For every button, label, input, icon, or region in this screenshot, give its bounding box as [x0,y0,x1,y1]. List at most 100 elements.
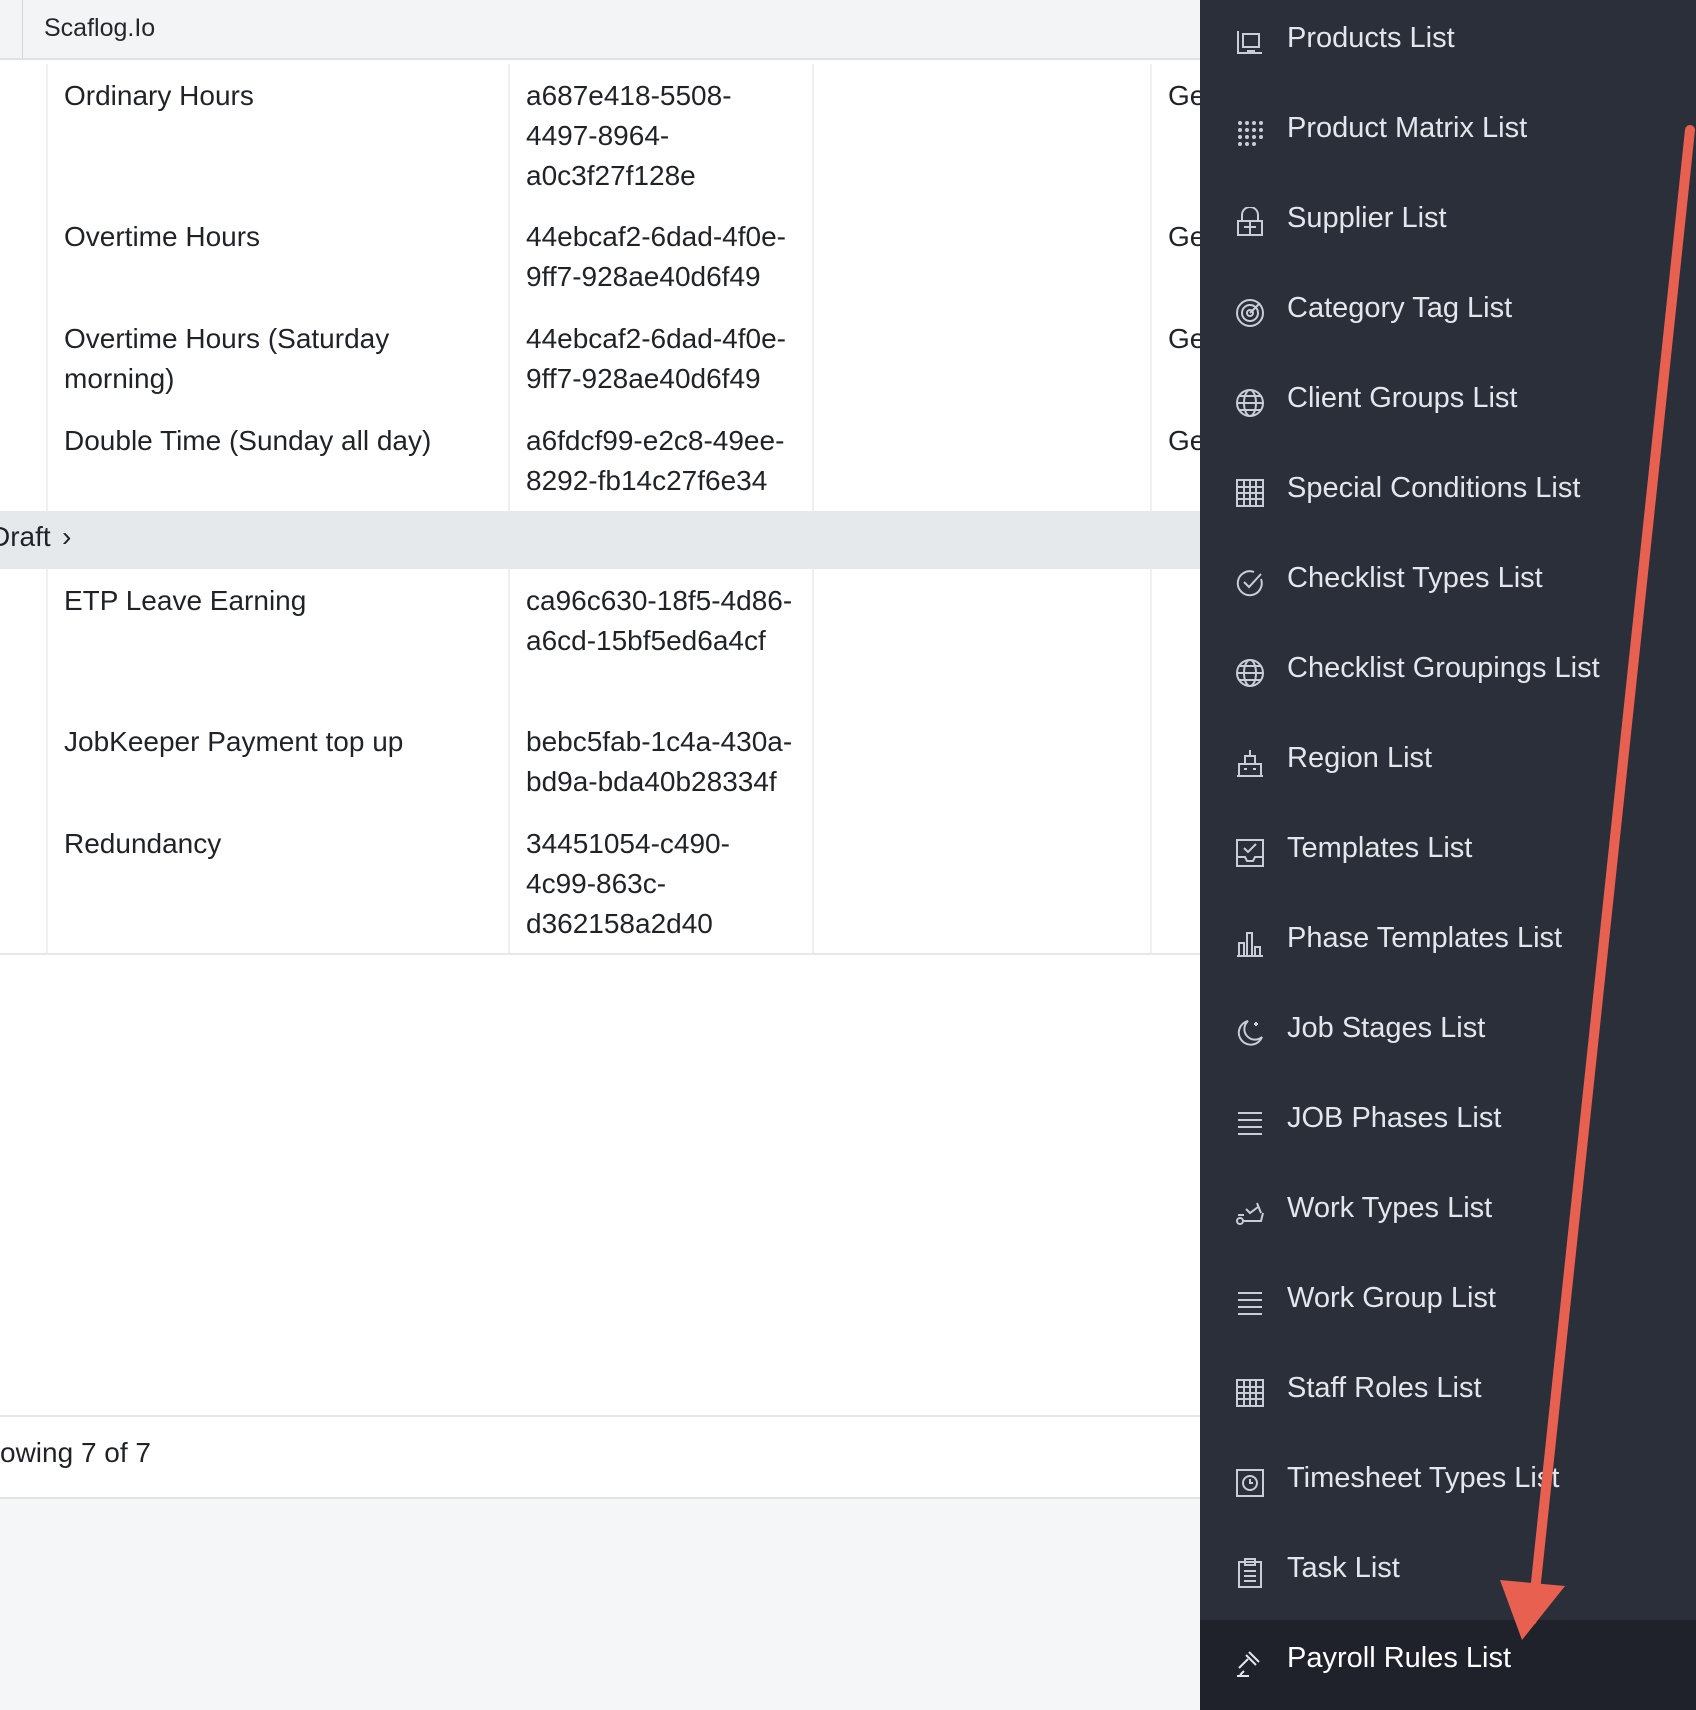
sidebar-item-products[interactable]: Products List [1200,0,1696,90]
rule-id-cell: a687e418-5508-4497-8964-a0c3f27f128e [508,64,812,205]
target-icon [1234,297,1266,329]
bar-chart-icon [1234,927,1266,959]
sidebar-item-phase-templates[interactable]: Phase Templates List [1200,900,1696,990]
sidebar-item-label: Special Conditions List [1287,472,1581,504]
sidebar-item-label: Product Matrix List [1287,112,1528,144]
rule-name-cell: Double Time (Sunday all day) [46,409,508,511]
sidebar-item-label: Work Group List [1287,1282,1496,1314]
truncated-cell: Ge [1150,409,1200,511]
chevron-right-icon[interactable]: › [62,521,71,553]
sidebar-item-task[interactable]: Task List [1200,1530,1696,1620]
products-icon [1234,27,1266,59]
sidebar-item-region[interactable]: Region List [1200,720,1696,810]
rule-name-cell: Overtime Hours [46,205,508,307]
sidebar-item-checklist-groupings[interactable]: Checklist Groupings List [1200,630,1696,720]
rule-id-cell: bebc5fab-1c4a-430a-bd9a-bda40b28334f [508,710,812,812]
sidebar-item-client-groups[interactable]: Client Groups List [1200,360,1696,450]
sidebar-item-category-tag[interactable]: Category Tag List [1200,270,1696,360]
payroll-rules-table: Ordinary Hours a687e418-5508-4497-8964-a… [0,60,1200,1415]
sidebar-item-label: JOB Phases List [1287,1102,1502,1134]
pagination-summary: owing 7 of 7 [0,1437,151,1468]
rule-id-cell: ca96c630-18f5-4d86-a6cd-15bf5ed6a4cf [508,569,812,710]
sidebar-item-label: Staff Roles List [1287,1372,1482,1404]
empty-cell [1150,569,1200,710]
sidebar-item-special-conditions[interactable]: Special Conditions List [1200,450,1696,540]
rule-id-cell: a6fdcf99-e2c8-49ee-8292-fb14c27f6e34 [508,409,812,511]
empty-cell [812,409,1150,511]
check-circle-icon [1234,567,1266,599]
main-content: Scaflog.Io Ordinary Hours a687e418-5508-… [0,0,1200,1686]
sidebar-item-label: Checklist Types List [1287,562,1543,594]
sidebar-item-label: Timesheet Types List [1287,1462,1560,1494]
empty-cell [812,307,1150,409]
topbar-divider [22,0,23,58]
sidebar-nav: Products List Product Matrix List Suppli… [1200,0,1696,1710]
sidebar-item-job-stages[interactable]: Job Stages List [1200,990,1696,1080]
grid-icon [1234,477,1266,509]
empty-cell [812,64,1150,205]
supplier-icon [1234,207,1266,239]
rule-name-cell: JobKeeper Payment top up [46,710,508,812]
sidebar-item-label: Payroll Rules List [1287,1642,1512,1674]
sidebar-item-checklist-types[interactable]: Checklist Types List [1200,540,1696,630]
empty-cell [812,710,1150,812]
rule-name-cell: Overtime Hours (Saturday morning) [46,307,508,409]
moon-icon [1234,1017,1266,1049]
sidebar-item-label: Phase Templates List [1287,922,1563,954]
top-bar: Scaflog.Io [0,0,1200,60]
rule-id-cell: 44ebcaf2-6dad-4f0e-9ff7-928ae40d6f49 [508,307,812,409]
sidebar-item-templates[interactable]: Templates List [1200,810,1696,900]
sidebar-item-label: Category Tag List [1287,292,1513,324]
sidebar-item-label: Templates List [1287,832,1473,864]
table-row[interactable]: Double Time (Sunday all day) a6fdcf99-e2… [0,409,1200,513]
sidebar-item-label: Job Stages List [1287,1012,1486,1044]
sidebar-item-label: Products List [1287,22,1455,54]
table-row[interactable]: ETP Leave Earning ca96c630-18f5-4d86-a6c… [0,569,1200,712]
sidebar-item-timesheet-types[interactable]: Timesheet Types List [1200,1440,1696,1530]
sidebar-item-label: Supplier List [1287,202,1447,234]
rule-name-cell: Ordinary Hours [46,64,508,205]
sidebar-item-label: Checklist Groupings List [1287,652,1600,684]
breadcrumb[interactable]: Scaflog.Io [44,14,155,43]
truncated-cell: Ge [1150,64,1200,205]
empty-cell [812,569,1150,710]
sidebar-item-job-phases[interactable]: JOB Phases List [1200,1080,1696,1170]
group-label: Draft [0,521,51,552]
table-row[interactable]: Ordinary Hours a687e418-5508-4497-8964-a… [0,64,1200,207]
sidebar-item-work-types[interactable]: Work Types List [1200,1170,1696,1260]
empty-cell [1150,812,1200,953]
clock-icon [1234,1467,1266,1499]
globe-icon [1234,387,1266,419]
sidebar-item-label: Region List [1287,742,1433,774]
grid-icon [1234,1377,1266,1409]
rule-name-cell: ETP Leave Earning [46,569,508,710]
sidebar-item-supplier[interactable]: Supplier List [1200,180,1696,270]
empty-cell [1150,710,1200,812]
sidebar-item-label: Work Types List [1287,1192,1493,1224]
inbox-check-icon [1234,837,1266,869]
rule-id-cell: 34451054-c490-4c99-863c-d362158a2d40 [508,812,812,953]
table-row[interactable]: Overtime Hours 44ebcaf2-6dad-4f0e-9ff7-9… [0,205,1200,309]
sidebar-item-work-group[interactable]: Work Group List [1200,1260,1696,1350]
rule-name-cell: Redundancy [46,812,508,953]
clipboard-icon [1234,1557,1266,1589]
lines-icon [1234,1287,1266,1319]
group-header-draft[interactable]: Draft › [0,511,1200,569]
table-row[interactable]: Redundancy 34451054-c490-4c99-863c-d3621… [0,812,1200,955]
sidebar-item-staff-roles[interactable]: Staff Roles List [1200,1350,1696,1440]
sidebar-item-payroll-rules[interactable]: Payroll Rules List [1200,1620,1696,1710]
table-row[interactable]: JobKeeper Payment top up bebc5fab-1c4a-4… [0,710,1200,814]
rule-id-cell: 44ebcaf2-6dad-4f0e-9ff7-928ae40d6f49 [508,205,812,307]
building-icon [1234,747,1266,779]
matrix-icon [1234,117,1266,149]
sidebar-item-product-matrix[interactable]: Product Matrix List [1200,90,1696,180]
truncated-cell: Ge [1150,205,1200,307]
empty-cell [812,205,1150,307]
sidebar-item-label: Client Groups List [1287,382,1518,414]
globe-icon [1234,657,1266,689]
sidebar-item-label: Task List [1287,1552,1400,1584]
lines-icon [1234,1107,1266,1139]
table-row[interactable]: Overtime Hours (Saturday morning) 44ebca… [0,307,1200,411]
truncated-cell: Ge [1150,307,1200,409]
empty-cell [812,812,1150,953]
